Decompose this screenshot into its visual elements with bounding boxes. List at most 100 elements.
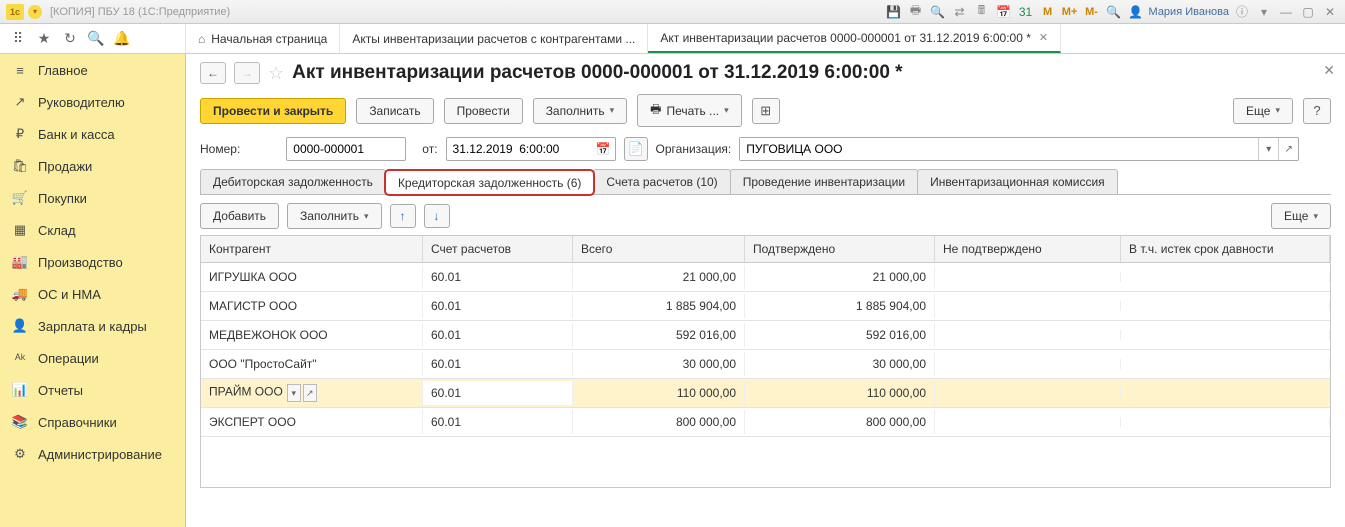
save-button[interactable]: Записать (356, 98, 433, 124)
cell-total[interactable]: 1 885 904,00 (573, 294, 745, 318)
print-button[interactable]: 🖶Печать ...▾ (637, 94, 742, 127)
calendar-picker-icon[interactable]: 📅 (596, 142, 611, 156)
save-icon[interactable]: 💾 (885, 3, 903, 21)
cell-expired[interactable] (1121, 330, 1330, 340)
cell-counterparty[interactable]: ЭКСПЕРТ ООО (201, 410, 423, 434)
sidebar-item-stock[interactable]: ▦Склад (0, 214, 185, 246)
cell-unconfirmed[interactable] (935, 359, 1121, 369)
apps-icon[interactable]: ⠿ (10, 31, 26, 47)
nav-home[interactable]: ⌂ Начальная страница (186, 24, 340, 53)
table-row[interactable]: ООО "ПростоСайт"60.0130 000,0030 000,00 (201, 350, 1330, 379)
cell-account[interactable]: 60.01 (423, 294, 573, 318)
sidebar-item-sales[interactable]: 🛍Продажи (0, 150, 185, 182)
table-more-button[interactable]: Еще▾ (1271, 203, 1331, 229)
tab-accounts[interactable]: Счета расчетов (10) (593, 169, 730, 194)
dropdown-icon[interactable]: ▾ (1255, 3, 1273, 21)
fill-rows-button[interactable]: Заполнить▾ (287, 203, 381, 229)
sidebar-item-reports[interactable]: 📊Отчеты (0, 374, 185, 406)
cell-total[interactable]: 592 016,00 (573, 323, 745, 347)
cell-counterparty[interactable]: ООО "ПростоСайт" (201, 352, 423, 376)
table-row[interactable]: МЕДВЕЖОНОК ООО60.01592 016,00592 016,00 (201, 321, 1330, 350)
close-icon[interactable]: ✕ (1039, 31, 1048, 44)
move-up-button[interactable]: ↑ (390, 204, 416, 228)
sidebar-item-manager[interactable]: ↗Руководителю (0, 86, 185, 118)
sidebar-item-bank[interactable]: ₽Банк и касса (0, 118, 185, 150)
cell-counterparty[interactable]: МАГИСТР ООО (201, 294, 423, 318)
nav-tab-0[interactable]: Акты инвентаризации расчетов с контраген… (340, 24, 648, 53)
add-row-button[interactable]: Добавить (200, 203, 279, 229)
col-confirmed[interactable]: Подтверждено (745, 236, 935, 262)
cell-account[interactable]: 60.01 (423, 323, 573, 347)
sidebar-item-purchases[interactable]: 🛒Покупки (0, 182, 185, 214)
app-menu-dropdown[interactable]: ▾ (28, 5, 42, 19)
sidebar-item-main[interactable]: ≡Главное (0, 54, 185, 86)
sidebar-item-production[interactable]: 🏭Производство (0, 246, 185, 278)
cell-expired[interactable] (1121, 388, 1330, 398)
cell-unconfirmed[interactable] (935, 330, 1121, 340)
cell-account[interactable]: 60.01 (423, 381, 573, 405)
table-row[interactable]: ЭКСПЕРТ ООО60.01800 000,00800 000,00 (201, 408, 1330, 437)
sidebar-item-refs[interactable]: 📚Справочники (0, 406, 185, 438)
cell-account[interactable]: 60.01 (423, 352, 573, 376)
col-counterparty[interactable]: Контрагент (201, 236, 423, 262)
post-and-close-button[interactable]: Провести и закрыть (200, 98, 346, 124)
cell-unconfirmed[interactable] (935, 272, 1121, 282)
chevron-down-icon[interactable]: ▾ (287, 384, 301, 402)
zoom-icon[interactable]: 🔍 (1105, 3, 1123, 21)
m-icon[interactable]: M (1039, 3, 1057, 21)
favorite-icon[interactable]: ☆ (268, 63, 284, 84)
cell-unconfirmed[interactable] (935, 417, 1121, 427)
more-button[interactable]: Еще▾ (1233, 98, 1293, 124)
col-total[interactable]: Всего (573, 236, 745, 262)
bell-icon[interactable]: 🔔 (114, 31, 130, 47)
cell-expired[interactable] (1121, 301, 1330, 311)
sidebar-item-admin[interactable]: ⚙Администрирование (0, 438, 185, 470)
col-unconfirmed[interactable]: Не подтверждено (935, 236, 1121, 262)
user-name[interactable]: Мария Иванова (1149, 6, 1229, 18)
cell-confirmed[interactable]: 1 885 904,00 (745, 294, 935, 318)
tab-debit[interactable]: Дебиторская задолженность (200, 169, 386, 194)
nav-tab-1[interactable]: Акт инвентаризации расчетов 0000-000001 … (648, 24, 1061, 53)
search-icon[interactable]: 🔍 (929, 3, 947, 21)
table-row[interactable]: МАГИСТР ООО60.011 885 904,001 885 904,00 (201, 292, 1330, 321)
cell-confirmed[interactable]: 110 000,00 (745, 381, 935, 405)
sidebar-item-assets[interactable]: 🚚ОС и НМА (0, 278, 185, 310)
post-button[interactable]: Провести (444, 98, 523, 124)
cell-confirmed[interactable]: 30 000,00 (745, 352, 935, 376)
info-icon[interactable]: ⓘ (1233, 3, 1251, 21)
chevron-down-icon[interactable]: ▾ (1258, 138, 1278, 160)
tab-credit[interactable]: Кредиторская задолженность (6) (385, 170, 594, 195)
tab-inventory[interactable]: Проведение инвентаризации (730, 169, 918, 194)
cell-account[interactable]: 60.01 (423, 410, 573, 434)
cell-expired[interactable] (1121, 417, 1330, 427)
back-button[interactable]: ← (200, 62, 226, 84)
cell-total[interactable]: 800 000,00 (573, 410, 745, 434)
cell-confirmed[interactable]: 800 000,00 (745, 410, 935, 434)
cell-counterparty[interactable]: МЕДВЕЖОНОК ООО (201, 323, 423, 347)
sidebar-item-payroll[interactable]: 👤Зарплата и кадры (0, 310, 185, 342)
cell-unconfirmed[interactable] (935, 301, 1121, 311)
cell-counterparty[interactable]: ПРАЙМ ООО▾↗ (201, 379, 423, 407)
cell-confirmed[interactable]: 592 016,00 (745, 323, 935, 347)
search-nav-icon[interactable]: 🔍 (88, 31, 104, 47)
print-icon[interactable]: 🖶 (907, 3, 925, 21)
org-select[interactable]: ▾ ↗ (739, 137, 1299, 161)
cell-unconfirmed[interactable] (935, 388, 1121, 398)
table-row[interactable]: ИГРУШКА ООО60.0121 000,0021 000,00 (201, 263, 1330, 292)
calendar-icon[interactable]: 📅 (995, 3, 1013, 21)
cell-expired[interactable] (1121, 272, 1330, 282)
tab-commission[interactable]: Инвентаризационная комиссия (917, 169, 1118, 194)
sidebar-item-operations[interactable]: ᴬᵏОперации (0, 342, 185, 374)
cell-total[interactable]: 21 000,00 (573, 265, 745, 289)
col-account[interactable]: Счет расчетов (423, 236, 573, 262)
date-input[interactable] (446, 137, 616, 161)
cell-account[interactable]: 60.01 (423, 265, 573, 289)
cell-total[interactable]: 30 000,00 (573, 352, 745, 376)
table-row[interactable]: ПРАЙМ ООО▾↗60.01110 000,00110 000,00 (201, 379, 1330, 408)
cell-counterparty[interactable]: ИГРУШКА ООО (201, 265, 423, 289)
open-ref-icon[interactable]: ↗ (1278, 138, 1298, 160)
doc-link-button[interactable]: 📄 (624, 137, 648, 161)
m-plus-icon[interactable]: M+ (1061, 3, 1079, 21)
number-input[interactable] (286, 137, 406, 161)
m-minus-icon[interactable]: M- (1083, 3, 1101, 21)
